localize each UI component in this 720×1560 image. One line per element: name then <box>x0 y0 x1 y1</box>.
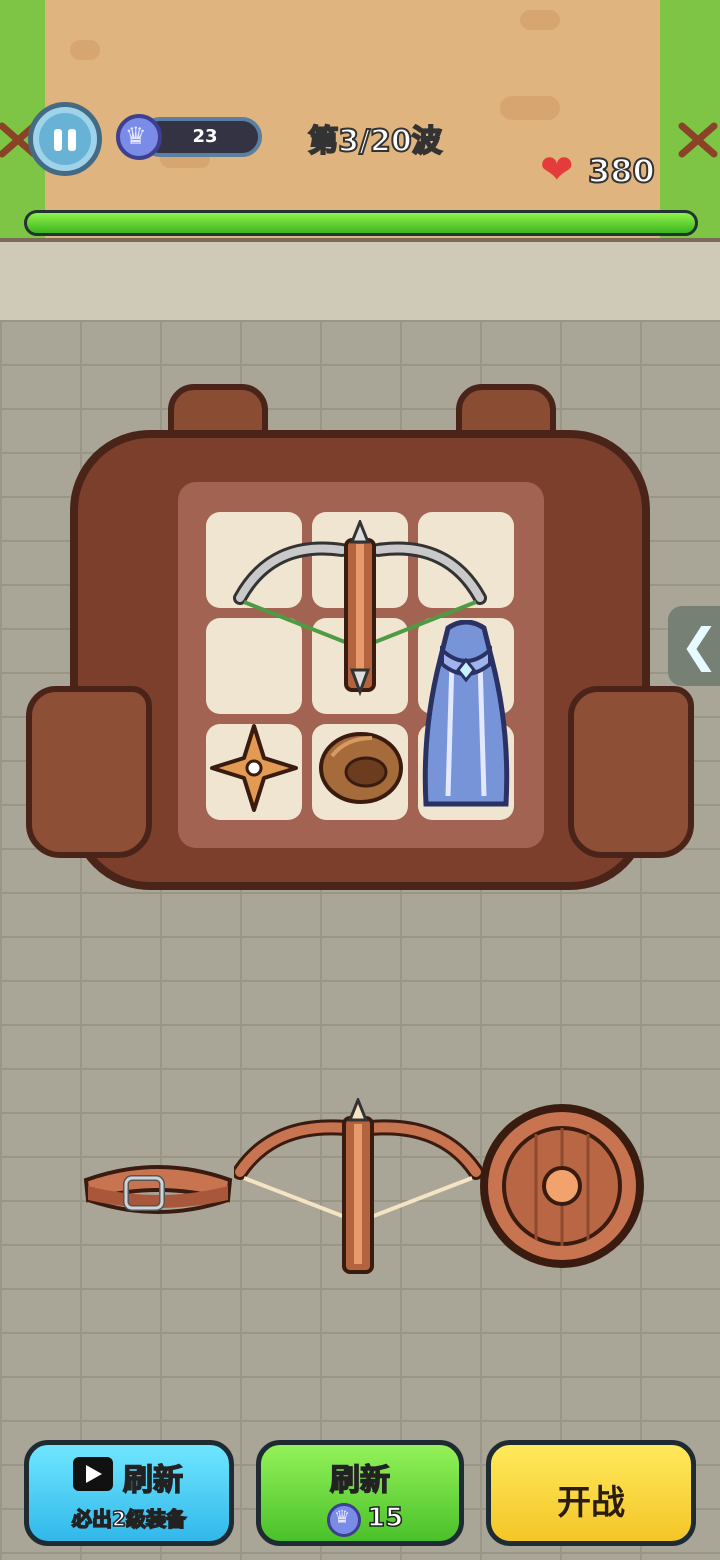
backpack-pocket-left <box>26 686 152 858</box>
belt-icon[interactable] <box>78 1150 238 1226</box>
refresh-title: 刷新 <box>329 1462 391 1499</box>
wall-rampart <box>0 238 720 326</box>
pause-button[interactable] <box>28 102 102 176</box>
refresh-button[interactable]: 刷新 ♛ 15 <box>256 1440 464 1546</box>
refresh-cost: 15 <box>366 1502 404 1534</box>
shuriken-icon[interactable] <box>208 722 300 814</box>
video-play-icon <box>73 1457 113 1491</box>
cloak-icon[interactable] <box>418 620 514 812</box>
dirt-spot <box>520 10 560 30</box>
ad-refresh-subtitle: 必出2级装备 <box>71 1506 186 1532</box>
health-value: 380 <box>587 151 656 191</box>
health-bar-fill <box>27 213 695 233</box>
start-battle-label: 开战 <box>557 1483 625 1523</box>
shield-icon[interactable] <box>476 1100 648 1272</box>
ad-refresh-button[interactable]: 刷新 必出2级装备 <box>24 1440 234 1546</box>
health-bar <box>24 210 698 236</box>
ring-icon[interactable] <box>316 726 406 810</box>
side-panel-tab[interactable]: ❮ <box>668 606 720 686</box>
pause-icon <box>39 113 91 165</box>
dirt-spot <box>70 40 100 60</box>
chevron-left-icon: ❮ <box>680 618 719 672</box>
ad-refresh-title: 刷新 <box>122 1462 184 1499</box>
crown-gem-icon: ♛ <box>327 1503 361 1537</box>
backpack-pocket-right <box>568 686 694 858</box>
dirt-spot <box>500 96 560 120</box>
start-battle-button[interactable]: 开战 <box>486 1440 696 1546</box>
gem-count: 23 <box>192 126 218 147</box>
heart-icon: ❤ <box>540 147 574 193</box>
crossbow-icon[interactable] <box>234 1098 482 1278</box>
barricade-right-icon <box>678 122 718 158</box>
wave-indicator: 第3/20波 <box>307 123 443 160</box>
